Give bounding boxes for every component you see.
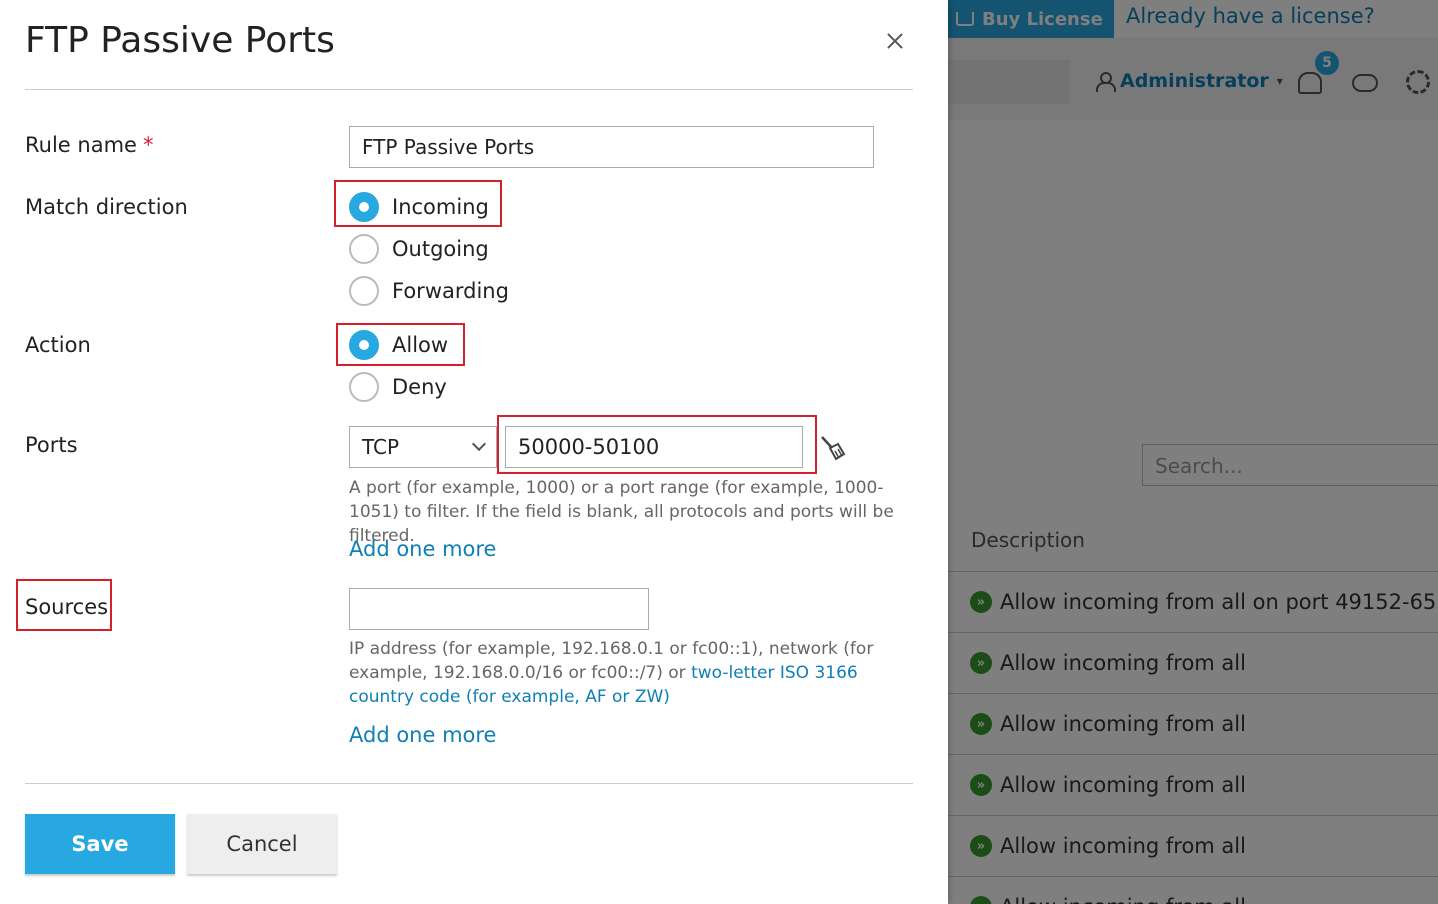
rule-name-input[interactable] [349, 126, 874, 168]
sources-label: Sources [25, 595, 109, 619]
allow-icon: » [970, 774, 992, 796]
allow-icon: » [970, 591, 992, 613]
table-row[interactable]: »Allow incoming from all [948, 754, 1438, 815]
column-header-description[interactable]: Description [971, 528, 1085, 552]
add-port-link[interactable]: Add one more [349, 537, 496, 561]
protocol-select[interactable]: TCP [349, 426, 497, 468]
user-name: Administrator [1120, 70, 1269, 92]
required-mark: * [142, 133, 154, 157]
allow-icon: » [970, 835, 992, 857]
radio-allow[interactable]: Allow [349, 330, 448, 360]
divider [25, 89, 913, 90]
radio-deny[interactable]: Deny [349, 372, 447, 402]
cloud-icon[interactable] [1352, 74, 1378, 92]
dialog-title: FTP Passive Ports [25, 20, 335, 61]
user-icon [1096, 72, 1116, 92]
table-row[interactable]: »Allow incoming from all [948, 876, 1438, 904]
divider [25, 783, 913, 784]
header-search-field[interactable] [948, 60, 1070, 104]
ftp-rule-dialog: FTP Passive Ports Rule name* Match direc… [0, 0, 948, 904]
chevron-down-icon: ▾ [1276, 74, 1283, 88]
buy-license-button[interactable]: Buy License [948, 0, 1114, 38]
table-row[interactable]: »Allow incoming from all [948, 815, 1438, 876]
chevron-down-icon [471, 436, 487, 452]
allow-icon: » [970, 652, 992, 674]
cart-icon [956, 12, 974, 26]
radio-button[interactable] [349, 330, 379, 360]
radio-outgoing[interactable]: Outgoing [349, 234, 489, 264]
user-menu[interactable]: Administrator ▾ [1096, 70, 1283, 92]
table-row[interactable]: »Allow incoming from all [948, 632, 1438, 693]
rules-table: » Allow incoming from all on port 49152-6… [948, 571, 1438, 904]
sources-hint: IP address (for example, 192.168.0.1 or … [349, 639, 874, 707]
clear-brush-icon[interactable] [818, 434, 846, 462]
radio-button[interactable] [349, 234, 379, 264]
notification-badge: 5 [1315, 51, 1339, 75]
cancel-button[interactable]: Cancel [187, 814, 337, 874]
bell-icon[interactable] [1298, 72, 1322, 94]
ports-input[interactable] [505, 426, 803, 468]
radio-incoming[interactable]: Incoming [349, 192, 489, 222]
table-row[interactable]: »Allow incoming from all [948, 693, 1438, 754]
add-source-link[interactable]: Add one more [349, 723, 496, 747]
radio-button[interactable] [349, 372, 379, 402]
gear-icon[interactable] [1406, 70, 1430, 94]
already-have-license-link[interactable]: Already have a license? [1126, 4, 1375, 28]
match-direction-label: Match direction [25, 195, 188, 219]
save-button[interactable]: Save [25, 814, 175, 874]
action-label: Action [25, 333, 91, 357]
radio-forwarding[interactable]: Forwarding [349, 276, 509, 306]
sources-input[interactable] [349, 588, 649, 630]
table-row[interactable]: » Allow incoming from all on port 49152-6… [948, 571, 1438, 632]
allow-icon: » [970, 896, 992, 904]
allow-icon: » [970, 713, 992, 735]
list-search-input[interactable]: Search... [1142, 444, 1438, 486]
radio-button[interactable] [349, 276, 379, 306]
rule-name-label: Rule name * [25, 133, 154, 157]
ports-label: Ports [25, 433, 78, 457]
buy-license-label: Buy License [982, 8, 1103, 30]
close-icon[interactable] [880, 26, 910, 56]
radio-button[interactable] [349, 192, 379, 222]
